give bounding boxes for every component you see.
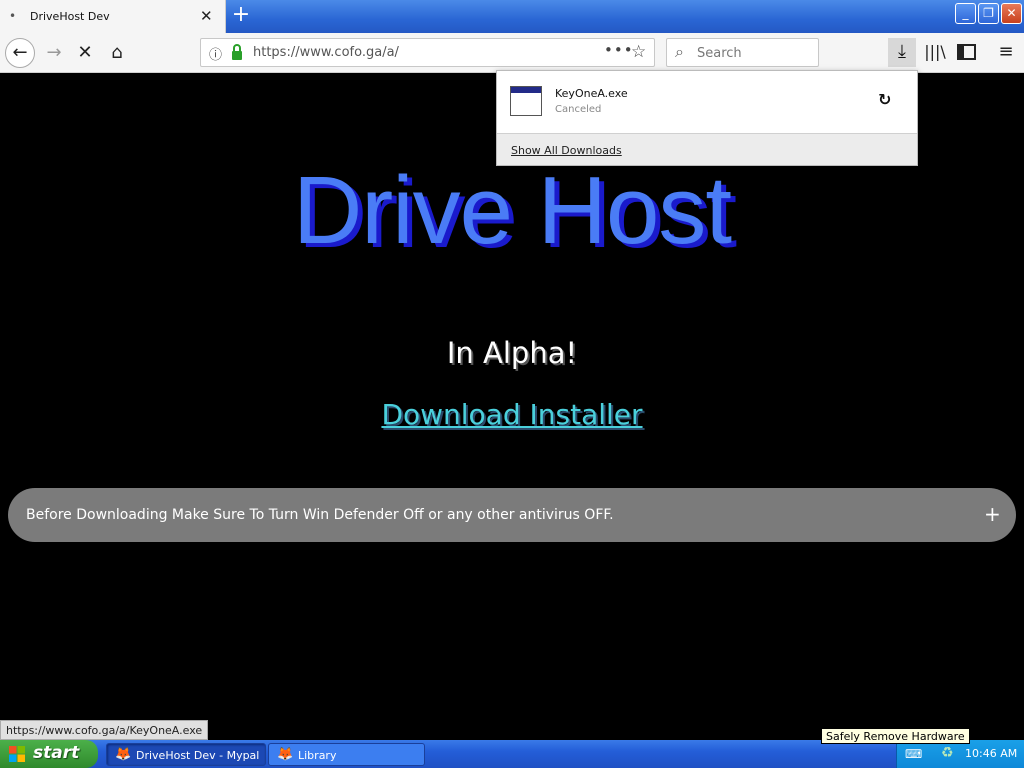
url-text[interactable]: https://www.cofo.ga/a/ xyxy=(253,45,399,60)
page-subheadline: In Alpha! xyxy=(446,336,578,370)
expand-plus-icon[interactable]: + xyxy=(984,502,1001,526)
bookmark-star-icon[interactable]: ☆ xyxy=(631,42,646,62)
notice-text: Before Downloading Make Sure To Turn Win… xyxy=(26,507,614,523)
taskbar-item-browser[interactable]: 🦊 DriveHost Dev - Mypal xyxy=(106,743,266,766)
start-label: start xyxy=(33,743,80,763)
sidebar-toggle-icon[interactable] xyxy=(955,39,979,65)
library-app-icon: 🦊 xyxy=(277,747,294,762)
safely-remove-hardware-icon[interactable]: ♻ xyxy=(941,745,954,761)
taskbar-item-library[interactable]: 🦊 Library xyxy=(268,743,425,766)
executable-file-icon xyxy=(510,86,542,116)
download-item[interactable]: KeyOneA.exe Canceled ↻ xyxy=(497,71,917,133)
navigation-toolbar: ← → ✕ ⌂ ⓘ https://www.cofo.ga/a/ ••• ☆ ⌕… xyxy=(0,33,1024,73)
start-button[interactable]: start xyxy=(0,740,98,768)
tab-loading-dot-icon: • xyxy=(9,9,17,23)
downloads-panel: KeyOneA.exe Canceled ↻ Show All Download… xyxy=(496,70,918,166)
library-button[interactable]: |||\ xyxy=(923,39,947,65)
download-installer-link[interactable]: Download Installer xyxy=(0,398,1024,431)
tab-drivehost[interactable]: • DriveHost Dev ✕ xyxy=(0,0,226,34)
downloads-button[interactable]: ⤓ xyxy=(888,38,916,67)
page-actions-icon[interactable]: ••• xyxy=(604,41,634,59)
browser-app-icon: 🦊 xyxy=(115,747,132,762)
back-button[interactable]: ← xyxy=(5,38,35,68)
taskbar-item-label: Library xyxy=(298,749,337,762)
taskbar-item-label: DriveHost Dev - Mypal xyxy=(136,749,260,762)
tab-close-icon[interactable]: ✕ xyxy=(200,7,213,25)
home-button[interactable]: ⌂ xyxy=(103,39,131,67)
status-link-preview: https://www.cofo.ga/a/KeyOneA.exe xyxy=(0,720,209,740)
close-window-button[interactable]: ✕ xyxy=(1001,3,1022,24)
search-icon: ⌕ xyxy=(675,42,684,61)
download-file-name: KeyOneA.exe xyxy=(555,87,628,100)
page-headline: Drive Host xyxy=(292,157,732,264)
hamburger-menu-icon[interactable]: ≡ xyxy=(994,39,1018,65)
windows-taskbar: start 🦊 DriveHost Dev - Mypal 🦊 Library … xyxy=(0,740,1024,768)
download-status: Canceled xyxy=(555,104,602,115)
site-info-icon[interactable]: ⓘ xyxy=(209,44,222,63)
search-input[interactable]: ⌕ Search xyxy=(666,38,819,67)
restore-button[interactable]: ❐ xyxy=(978,3,999,24)
forward-button[interactable]: → xyxy=(40,39,68,67)
show-all-downloads-label: Show All Downloads xyxy=(511,144,622,157)
tab-strip: • DriveHost Dev ✕ + _ ❐ ✕ xyxy=(0,0,1024,34)
minimize-button[interactable]: _ xyxy=(955,3,976,24)
clock[interactable]: 10:46 AM xyxy=(965,747,1017,760)
tray-tooltip: Safely Remove Hardware xyxy=(821,728,970,744)
new-tab-button[interactable]: + xyxy=(231,4,251,28)
retry-download-icon[interactable]: ↻ xyxy=(878,90,891,109)
lock-icon xyxy=(232,44,242,60)
antivirus-notice-accordion[interactable]: Before Downloading Make Sure To Turn Win… xyxy=(8,488,1016,542)
stop-button[interactable]: ✕ xyxy=(71,39,99,67)
tab-title: DriveHost Dev xyxy=(30,10,110,23)
system-tray: ⌨ ♻ 10:46 AM xyxy=(896,740,1024,768)
windows-flag-icon xyxy=(9,746,25,762)
keyboard-icon[interactable]: ⌨ xyxy=(905,747,922,761)
url-bar[interactable]: ⓘ https://www.cofo.ga/a/ ••• ☆ xyxy=(200,38,655,67)
search-placeholder: Search xyxy=(697,46,742,61)
page-content: Drive Host In Alpha! Download Installer … xyxy=(0,74,1024,740)
show-all-downloads-button[interactable]: Show All Downloads xyxy=(497,133,917,165)
